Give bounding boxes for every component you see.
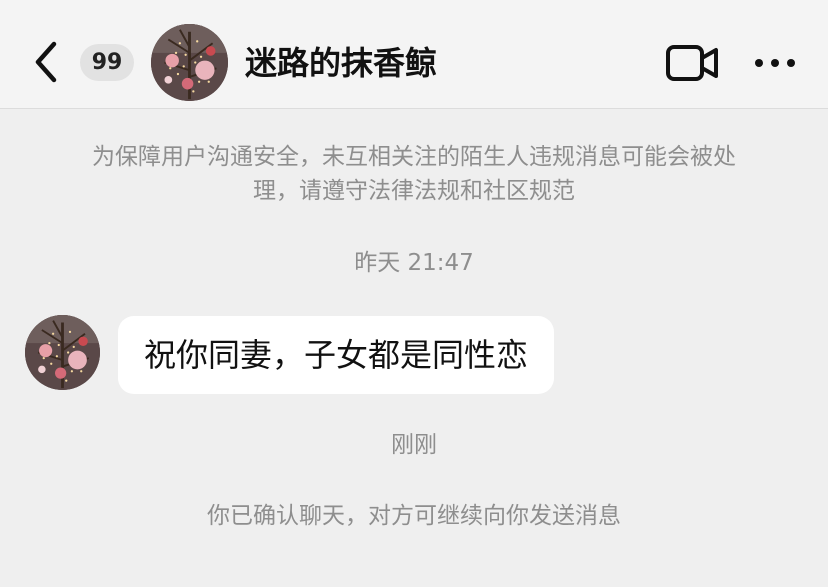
more-dots-icon [755, 59, 795, 67]
contact-avatar[interactable] [151, 24, 228, 101]
chat-screen: 99 迷路的抹香鲸 为保障用户沟通安全，未互相关注的陌生人违规消息可能会被处理，… [0, 0, 828, 587]
video-camera-icon [666, 45, 718, 81]
chat-header: 99 迷路的抹香鲸 [0, 0, 828, 109]
message-timestamp: 昨天 21:47 [354, 250, 474, 276]
safety-notice: 为保障用户沟通安全，未互相关注的陌生人违规消息可能会被处理，请遵守法律法规和社区… [92, 144, 736, 204]
avatar-photo [25, 315, 100, 390]
chevron-left-icon [35, 41, 57, 83]
unread-count-badge[interactable]: 99 [80, 44, 134, 81]
avatar-photo [151, 24, 228, 101]
system-notice: 你已确认聊天，对方可继续向你发送消息 [207, 503, 621, 529]
contact-name[interactable]: 迷路的抹香鲸 [245, 40, 437, 86]
sender-avatar[interactable] [25, 315, 100, 390]
back-button[interactable] [24, 36, 68, 88]
video-call-button[interactable] [664, 42, 720, 84]
more-button[interactable] [748, 44, 802, 82]
message-bubble[interactable]: 祝你同妻，子女都是同性恋 [118, 316, 555, 394]
message-timestamp: 刚刚 [391, 432, 437, 458]
